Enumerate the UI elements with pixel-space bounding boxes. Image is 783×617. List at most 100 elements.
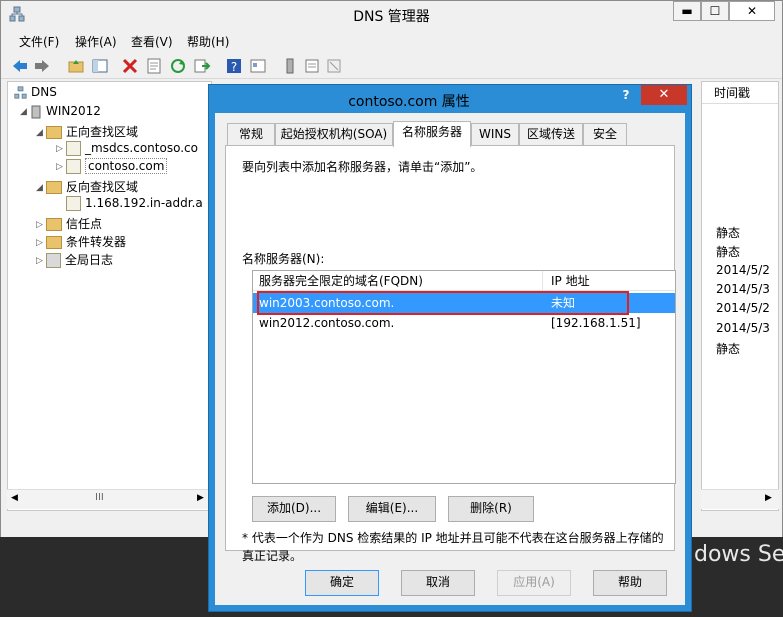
tab-soa[interactable]: 起始授权机构(SOA) <box>275 123 393 146</box>
console-tree: DNS ◢ WIN2012 ◢ 正向查找区域 ▷ _msdcs.contoso.co … <box>7 81 212 511</box>
column-header-timestamp[interactable]: 时间戳 <box>702 82 778 104</box>
scroll-left-icon[interactable]: ◀ <box>11 493 18 503</box>
tree-horizontal-scrollbar[interactable]: ◀ III ▶ <box>7 489 212 509</box>
menu-bar: 文件(F) 操作(A) 查看(V) 帮助(H) <box>1 31 782 51</box>
tree-global-logs[interactable]: ▷ 全局日志 <box>36 251 113 268</box>
log-icon <box>46 253 61 268</box>
fqdn-cell: win2012.contoso.com. <box>259 316 395 330</box>
collapsed-arrow-icon[interactable]: ▷ <box>56 162 66 172</box>
tree-label: 信任点 <box>66 217 103 231</box>
help-dialog-button[interactable]: 帮助 <box>593 570 667 596</box>
filter-icon[interactable] <box>325 57 343 75</box>
properties-icon[interactable] <box>145 57 163 75</box>
folder-icon <box>46 218 62 231</box>
name-servers-list[interactable]: 服务器完全限定的域名(FQDN) IP 地址 win2003.contoso.c… <box>252 270 676 484</box>
column-header-fqdn[interactable]: 服务器完全限定的域名(FQDN) <box>253 271 543 291</box>
tree-label: 条件转发器 <box>66 235 127 249</box>
tab-zone-transfers[interactable]: 区域传送 <box>519 123 583 146</box>
list-item: 2014/5/3 <box>716 321 770 335</box>
tree-label: WIN2012 <box>46 104 101 118</box>
properties-dialog: contoso.com 属性 ? ✕ 常规 起始授权机构(SOA) 名称服务器 … <box>208 84 692 612</box>
dialog-close-button[interactable]: ✕ <box>641 85 687 105</box>
name-servers-label: 名称服务器(N): <box>242 252 325 266</box>
server-icon[interactable] <box>281 57 299 75</box>
expanded-arrow-icon[interactable]: ◢ <box>36 128 46 138</box>
collapsed-arrow-icon[interactable]: ▷ <box>56 144 66 154</box>
tree-zone-contoso[interactable]: ▷ contoso.com <box>56 158 168 174</box>
column-header-ip[interactable]: IP 地址 <box>543 271 675 291</box>
tree-zone-msdcs[interactable]: ▷ _msdcs.contoso.co <box>56 141 198 156</box>
add-button[interactable]: 添加(D)... <box>252 496 336 522</box>
minimize-button[interactable]: ▬ <box>673 1 701 21</box>
help-button[interactable]: ? <box>611 85 641 105</box>
tree-label: 全局日志 <box>65 253 114 267</box>
dialog-title-bar: contoso.com 属性 ? ✕ <box>209 85 691 113</box>
toolbar: ? <box>1 53 782 79</box>
maximize-button[interactable]: ☐ <box>701 1 729 21</box>
scroll-thumb[interactable]: III <box>95 492 104 503</box>
tree-label: contoso.com <box>85 158 168 174</box>
tree-dns-root[interactable]: DNS <box>14 85 57 99</box>
zone-icon <box>66 196 81 211</box>
zone-icon <box>66 141 81 156</box>
tree-zone-reverse[interactable]: 1.168.192.in-addr.a <box>66 196 203 211</box>
show-hide-tree-icon[interactable] <box>91 57 109 75</box>
tree-trust-points[interactable]: ▷ 信任点 <box>36 215 102 232</box>
export-list-icon[interactable] <box>193 57 211 75</box>
remove-button[interactable]: 删除(R) <box>448 496 534 522</box>
expanded-arrow-icon[interactable]: ◢ <box>20 107 30 117</box>
cancel-button[interactable]: 取消 <box>401 570 475 596</box>
up-folder-icon[interactable] <box>67 57 85 75</box>
delete-icon[interactable] <box>121 57 139 75</box>
collapsed-arrow-icon[interactable]: ▷ <box>36 238 46 248</box>
close-button[interactable]: ✕ <box>729 1 775 21</box>
menu-action[interactable]: 操作(A) <box>75 33 117 50</box>
tree-forward-zones[interactable]: ◢ 正向查找区域 <box>36 123 138 140</box>
list-icon[interactable] <box>303 57 321 75</box>
tree-reverse-zones[interactable]: ◢ 反向查找区域 <box>36 178 138 195</box>
help-icon[interactable]: ? <box>225 57 243 75</box>
tab-name-servers[interactable]: 名称服务器 <box>393 121 471 147</box>
collapsed-arrow-icon[interactable]: ▷ <box>36 256 46 266</box>
list-item: 静态 <box>716 342 741 356</box>
instruction-text: 要向列表中添加名称服务器，请单击“添加”。 <box>242 160 483 174</box>
ok-button[interactable]: 确定 <box>305 570 379 596</box>
details-horizontal-scrollbar[interactable]: ▶ <box>701 489 779 509</box>
list-item: 2014/5/2 <box>716 301 770 315</box>
dns-icon <box>14 86 27 99</box>
tree-conditional-forwarders[interactable]: ▷ 条件转发器 <box>36 233 126 250</box>
back-arrow-icon[interactable] <box>11 57 29 75</box>
view-icon[interactable] <box>249 57 267 75</box>
ip-cell: [192.168.1.51] <box>551 316 641 330</box>
tree-label: 反向查找区域 <box>66 180 139 194</box>
title-bar: DNS 管理器 ▬ ☐ ✕ <box>1 1 782 27</box>
tree-server[interactable]: ◢ WIN2012 <box>20 104 101 119</box>
server-icon <box>31 105 41 118</box>
apply-button[interactable]: 应用(A) <box>497 570 571 596</box>
scroll-right-icon[interactable]: ▶ <box>765 493 772 503</box>
refresh-icon[interactable] <box>169 57 187 75</box>
tab-wins[interactable]: WINS <box>471 123 519 146</box>
list-item: 静态 <box>716 226 741 240</box>
dialog-title: contoso.com 属性 <box>348 94 470 110</box>
zone-icon <box>66 159 81 174</box>
list-item: 静态 <box>716 245 741 259</box>
tree-label: 1.168.192.in-addr.a <box>85 196 203 210</box>
menu-help[interactable]: 帮助(H) <box>187 33 229 50</box>
details-pane: 时间戳 静态 静态 2014/5/2 2014/5/3 2014/5/2 201… <box>701 81 779 511</box>
edit-button[interactable]: 编辑(E)... <box>348 496 436 522</box>
table-row[interactable]: win2012.contoso.com. [192.168.1.51] <box>253 313 675 333</box>
tab-general[interactable]: 常规 <box>227 123 275 146</box>
tab-security[interactable]: 安全 <box>583 123 627 146</box>
folder-icon <box>46 126 62 139</box>
highlight-box <box>257 291 629 315</box>
expanded-arrow-icon[interactable]: ◢ <box>36 183 46 193</box>
list-item: 2014/5/3 <box>716 282 770 296</box>
dialog-body: 常规 起始授权机构(SOA) 名称服务器 WINS 区域传送 安全 要向列表中添… <box>215 113 685 605</box>
forward-arrow-icon[interactable] <box>33 57 51 75</box>
scroll-right-icon[interactable]: ▶ <box>197 493 204 503</box>
desktop-branding-text: dows Se <box>694 542 783 567</box>
collapsed-arrow-icon[interactable]: ▷ <box>36 220 46 230</box>
menu-view[interactable]: 查看(V) <box>131 33 173 50</box>
menu-file[interactable]: 文件(F) <box>19 33 59 50</box>
